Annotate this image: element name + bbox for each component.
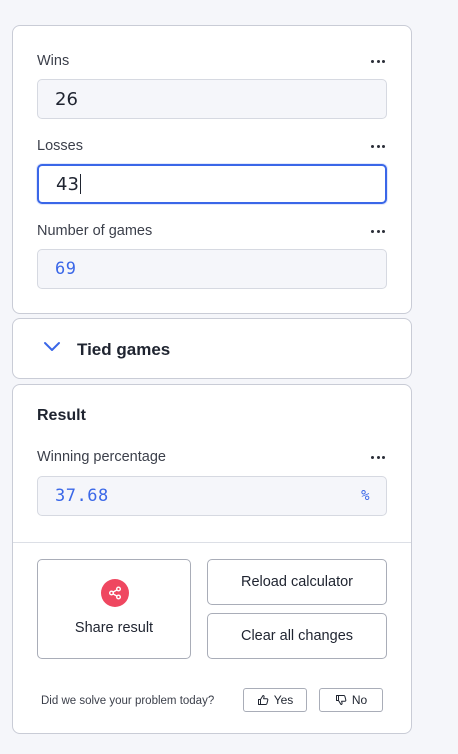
divider xyxy=(13,542,411,543)
share-icon xyxy=(101,579,129,607)
feedback-yes-label: Yes xyxy=(273,693,294,707)
losses-label: Losses xyxy=(37,138,83,154)
chevron-down-icon xyxy=(44,342,60,351)
winning-pct-label: Winning percentage xyxy=(37,449,166,465)
thumbs-up-icon xyxy=(257,695,269,705)
games-label: Number of games xyxy=(37,223,153,239)
percent-unit: % xyxy=(361,488,370,504)
tied-games-label: Tied games xyxy=(77,340,171,359)
thumbs-down-icon xyxy=(335,695,347,705)
winning-pct-output[interactable]: 37.68 % xyxy=(37,476,387,516)
result-card: Result Winning percentage 37.68 % Share … xyxy=(12,384,412,734)
games-more-icon[interactable] xyxy=(371,228,385,234)
losses-input[interactable]: 43 xyxy=(37,164,387,204)
text-caret xyxy=(79,174,81,194)
share-result-label: Share result xyxy=(74,620,154,636)
share-result-button[interactable]: Share result xyxy=(37,559,191,659)
games-output[interactable]: 69 xyxy=(37,249,387,289)
wins-label: Wins xyxy=(37,53,70,69)
tied-games-section[interactable]: Tied games xyxy=(12,318,412,379)
reload-calculator-button[interactable]: Reload calculator xyxy=(207,559,387,605)
clear-all-changes-button[interactable]: Clear all changes xyxy=(207,613,387,659)
losses-more-icon[interactable] xyxy=(371,143,385,149)
feedback-no-button[interactable]: No xyxy=(319,688,383,712)
wins-value: 26 xyxy=(55,88,78,110)
losses-value: 43 xyxy=(56,173,79,195)
winning-pct-more-icon[interactable] xyxy=(371,454,385,460)
winning-pct-value: 37.68 xyxy=(55,486,109,506)
tied-games-toggle[interactable]: Tied games xyxy=(13,319,411,378)
wins-more-icon[interactable] xyxy=(371,58,385,64)
feedback-no-label: No xyxy=(351,693,368,707)
games-value: 69 xyxy=(55,259,77,279)
wins-input[interactable]: 26 xyxy=(37,79,387,119)
result-title: Result xyxy=(37,407,86,424)
feedback-yes-button[interactable]: Yes xyxy=(243,688,307,712)
feedback-question: Did we solve your problem today? xyxy=(41,695,215,707)
inputs-card: Wins 26 Losses 43 Number of games 69 xyxy=(12,25,412,314)
